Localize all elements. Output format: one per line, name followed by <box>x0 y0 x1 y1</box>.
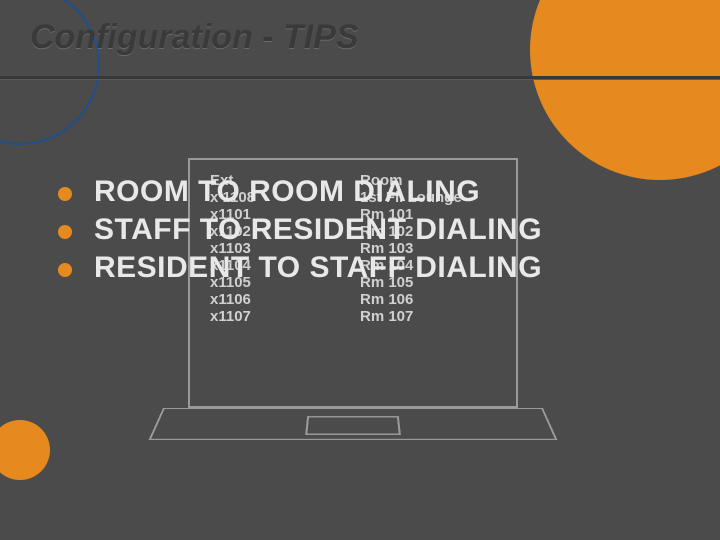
cell-room: Rm 106 <box>360 291 498 308</box>
accent-circle-large <box>530 0 720 180</box>
laptop-base <box>148 408 557 440</box>
bullet-dot-icon <box>58 263 72 277</box>
bullet-text: RESIDENT TO STAFF DIALING <box>94 251 542 285</box>
list-item: RESIDENT TO STAFF DIALING <box>58 251 658 285</box>
bullet-dot-icon <box>58 225 72 239</box>
bullet-list: ROOM TO ROOM DIALING STAFF TO RESIDENT D… <box>58 175 658 289</box>
bullet-text: ROOM TO ROOM DIALING <box>94 175 480 209</box>
bullet-text: STAFF TO RESIDENT DIALING <box>94 213 542 247</box>
title-rule <box>0 76 720 79</box>
cell-room: Rm 107 <box>360 308 498 325</box>
list-item: STAFF TO RESIDENT DIALING <box>58 213 658 247</box>
list-item: ROOM TO ROOM DIALING <box>58 175 658 209</box>
cell-ext: x1107 <box>210 308 360 325</box>
accent-circle-small <box>0 420 50 480</box>
table-row: x1106 Rm 106 <box>210 291 498 308</box>
slide-title: Configuration - TIPS <box>30 18 359 57</box>
bullet-dot-icon <box>58 187 72 201</box>
laptop-trackpad <box>305 416 401 435</box>
cell-ext: x1106 <box>210 291 360 308</box>
table-row: x1107 Rm 107 <box>210 308 498 325</box>
slide-title-wrap: Configuration - TIPS <box>30 18 359 57</box>
